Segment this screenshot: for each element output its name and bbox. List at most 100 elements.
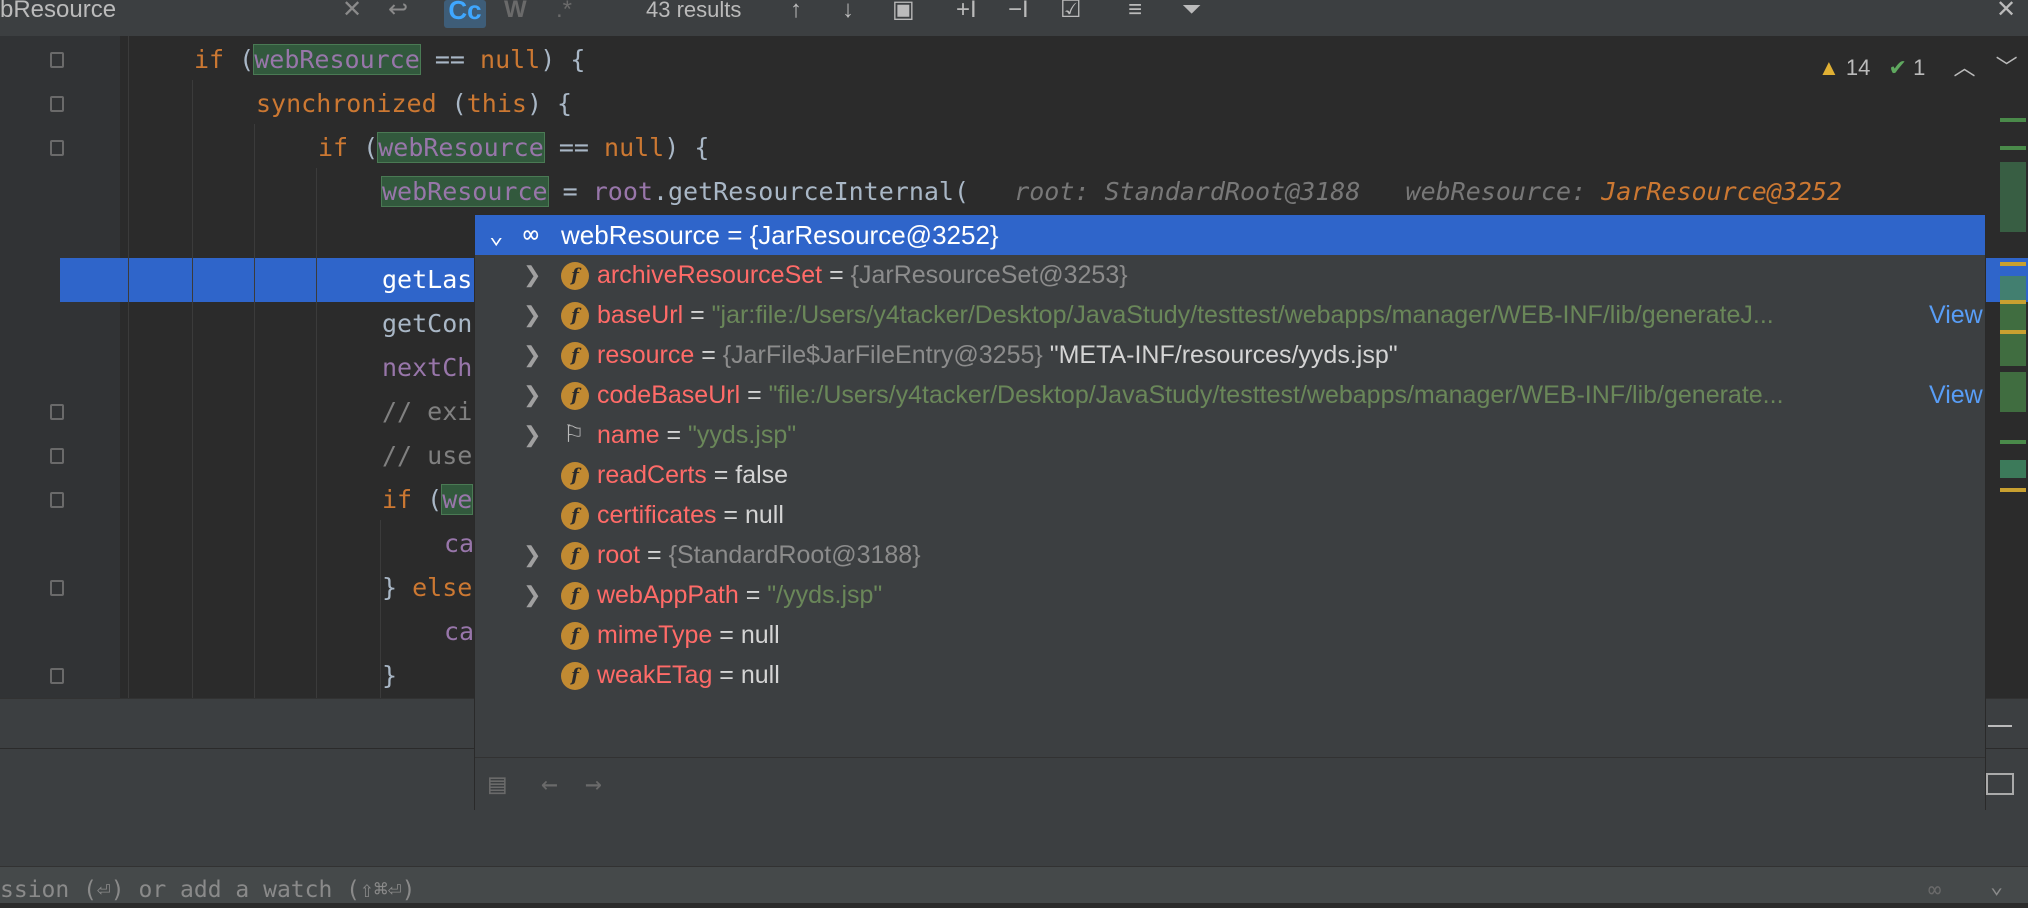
equals-sign: =	[640, 541, 669, 569]
scroll-marker	[2000, 460, 2026, 478]
variable-value: "file:/Users/y4tacker/Desktop/JavaStudy/…	[768, 381, 1784, 409]
variable-name: codeBaseUrl	[597, 381, 741, 409]
warning-icon: ▲	[1818, 55, 1840, 80]
fold-marker-icon[interactable]	[50, 52, 64, 68]
variable-description: "META-INF/resources/yyds.jsp"	[1042, 341, 1398, 369]
variable-row[interactable]: ❯ f codeBaseUrl = "file:/Users/y4tacker/…	[475, 375, 1985, 415]
code-text: }	[382, 573, 413, 602]
match-case-button[interactable]: Cc	[444, 0, 486, 28]
debug-value-popup: ⌄ ∞ webResource = {JarResource@3252} ❯ f…	[474, 214, 1986, 810]
scroll-marker	[2000, 262, 2026, 266]
variable-value: "/yyds.jsp"	[767, 581, 883, 609]
variable-name: certificates	[597, 501, 717, 529]
code-comment: // exi	[382, 397, 473, 426]
folder-icon[interactable]: ▤	[489, 758, 506, 810]
view-link[interactable]: View	[1929, 295, 1983, 335]
code-text: .getResourceInternal(	[652, 177, 970, 206]
equals-sign: =	[694, 341, 723, 369]
new-line-icon[interactable]: ↩	[388, 0, 408, 22]
close-search-icon[interactable]: ✕	[1996, 0, 2016, 22]
keyword: if	[382, 485, 413, 514]
field-icon: f	[561, 462, 589, 490]
code-text: (	[436, 89, 467, 118]
layout-icon[interactable]	[1986, 773, 2014, 795]
glasses-icon[interactable]: ∞	[1928, 878, 1941, 903]
variable-row[interactable]: f readCerts = false	[475, 455, 1985, 495]
chevron-right-icon[interactable]: ❯	[523, 335, 541, 375]
keyword: synchronized	[256, 89, 437, 118]
variable-row[interactable]: f weakETag = null	[475, 655, 1985, 695]
view-link[interactable]: View	[1929, 375, 1983, 415]
variable-row[interactable]: ❯ f baseUrl = "jar:file:/Users/y4tacker/…	[475, 295, 1985, 335]
minimize-icon[interactable]	[1988, 725, 2012, 727]
clear-search-icon[interactable]: ✕	[342, 0, 362, 22]
next-occurrence-icon[interactable]: ↓	[842, 0, 854, 22]
filter-icon[interactable]: ⏷	[1182, 0, 1201, 22]
inline-debug-value[interactable]: JarResource@3252	[1601, 177, 1842, 206]
keyword: null	[480, 45, 541, 74]
code-text: ) {	[526, 89, 573, 118]
next-highlight-icon[interactable]: ﹀	[1996, 55, 2018, 80]
search-input[interactable]: bResource	[0, 0, 116, 22]
back-arrow-icon[interactable]: ←	[541, 758, 558, 810]
fold-marker-icon[interactable]	[50, 448, 64, 464]
filter-options-icon[interactable]: ≡	[1128, 0, 1142, 22]
code-text: =	[547, 177, 593, 206]
chevron-right-icon[interactable]: ❯	[523, 375, 541, 415]
equals-sign: =	[712, 621, 741, 649]
code-text: (	[412, 485, 443, 514]
fold-marker-icon[interactable]	[50, 580, 64, 596]
regex-button[interactable]: .*	[556, 0, 572, 22]
indent-guide	[254, 124, 255, 698]
chevron-right-icon[interactable]: ❯	[523, 535, 541, 575]
scroll-marker	[2000, 330, 2026, 334]
fold-marker-icon[interactable]	[50, 404, 64, 420]
words-button[interactable]: W	[504, 0, 527, 22]
fold-marker-icon[interactable]	[50, 96, 64, 112]
keyword: this	[466, 89, 527, 118]
remove-selection-icon[interactable]: −I	[1008, 0, 1029, 22]
variable-name: archiveResourceSet	[597, 261, 823, 289]
chevron-right-icon[interactable]: ❯	[523, 415, 541, 455]
indent-guide	[192, 80, 193, 698]
variable-row[interactable]: ❯ f resource = {JarFile$JarFileEntry@325…	[475, 335, 1985, 375]
equals-sign: =	[738, 581, 768, 609]
variable-row[interactable]: ❯ f root = {StandardRoot@3188}	[475, 535, 1985, 575]
fold-marker-icon[interactable]	[50, 140, 64, 156]
field-icon: f	[561, 542, 589, 570]
select-all-occurrences-icon[interactable]: ☑	[1060, 0, 1082, 22]
scroll-marker	[2000, 300, 2026, 304]
chevron-right-icon[interactable]: ❯	[523, 575, 541, 615]
chevron-down-icon[interactable]: ⌄	[489, 215, 503, 255]
inline-debug-hint: root: StandardRoot@3188	[1014, 177, 1361, 206]
variable-row[interactable]: f certificates = null	[475, 495, 1985, 535]
scroll-marker	[2000, 488, 2026, 492]
field-icon: f	[561, 662, 589, 690]
code-line: ca	[444, 529, 475, 558]
fold-marker-icon[interactable]	[50, 668, 64, 684]
expand-icon[interactable]: ⌄	[1990, 874, 2003, 899]
forward-arrow-icon[interactable]: →	[585, 758, 602, 810]
open-in-window-icon[interactable]: ▣	[892, 0, 915, 22]
variable-row[interactable]: ❯ ⚐ name = "yyds.jsp"	[475, 415, 1985, 455]
fold-marker-icon[interactable]	[50, 492, 64, 508]
variable-value: false	[735, 461, 789, 489]
keyword: if	[194, 45, 225, 74]
variable-row[interactable]: f mimeType = null	[475, 615, 1985, 655]
popup-header[interactable]: ⌄ ∞ webResource = {JarResource@3252}	[475, 215, 1985, 255]
scroll-marker	[2000, 276, 2026, 366]
variable-name: name	[597, 421, 660, 449]
code-line: if (webResource == null) {	[318, 126, 709, 170]
variable-row[interactable]: ❯ f archiveResourceSet = {JarResourceSet…	[475, 255, 1985, 295]
variable-name: resource	[597, 341, 695, 369]
add-selection-icon[interactable]: +I	[956, 0, 977, 22]
scroll-marker	[2000, 146, 2026, 150]
variable-row[interactable]: ❯ f webAppPath = "/yyds.jsp"	[475, 575, 1985, 615]
previous-highlight-icon[interactable]: ︿	[1953, 55, 1975, 80]
previous-occurrence-icon[interactable]: ↑	[790, 0, 802, 22]
inspection-status[interactable]: ▲ 14 ✔ 1 ︿ ﹀	[1818, 50, 2018, 80]
code-line: if (we	[382, 478, 474, 522]
variable-name: baseUrl	[597, 301, 684, 329]
chevron-right-icon[interactable]: ❯	[523, 255, 541, 295]
chevron-right-icon[interactable]: ❯	[523, 295, 541, 335]
